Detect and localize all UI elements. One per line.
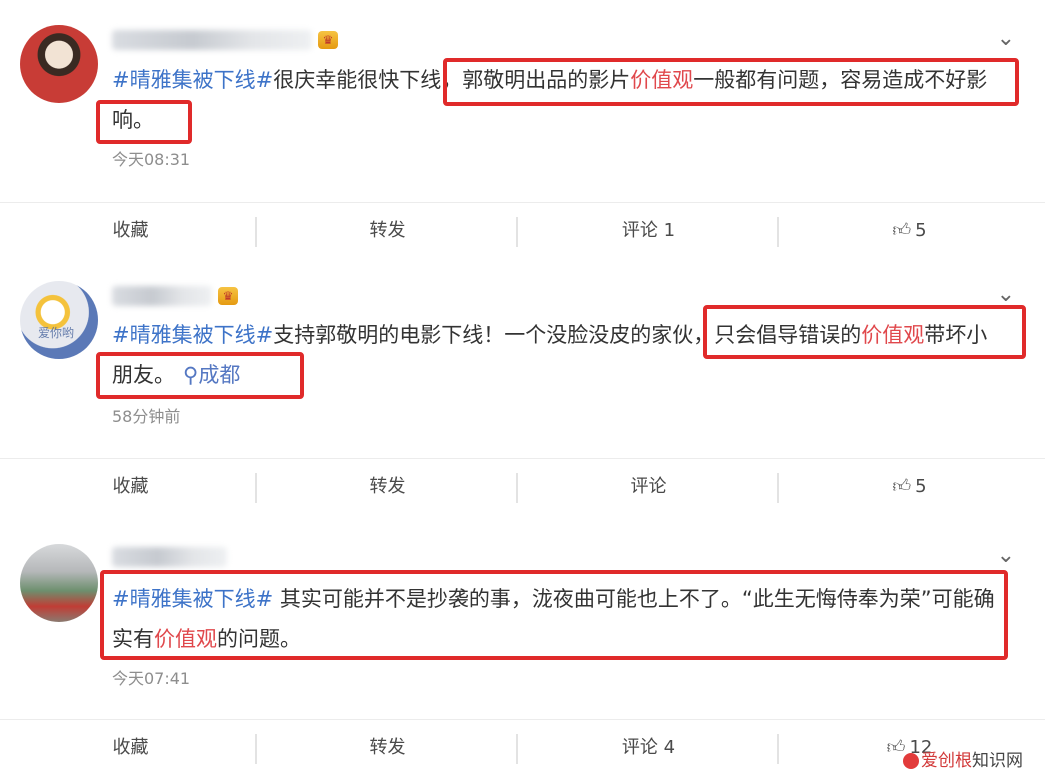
like-count: 5: [915, 220, 927, 241]
post-1: ♛ ⌄ #晴雅集被下线#很庆幸能很快下线，郭敬明出品的影片价值观一般都有问题，容…: [0, 0, 1045, 258]
chevron-down-icon[interactable]: ⌄: [997, 284, 1015, 306]
favorite-button[interactable]: 收藏: [0, 720, 261, 776]
highlight-box: [96, 100, 192, 144]
avatar[interactable]: [20, 25, 98, 103]
chevron-down-icon[interactable]: ⌄: [997, 28, 1015, 50]
post-time[interactable]: 今天07:41: [112, 665, 190, 689]
highlight-box: [96, 352, 304, 399]
repost-button[interactable]: 转发: [257, 720, 518, 776]
chevron-down-icon[interactable]: ⌄: [997, 545, 1015, 567]
like-button[interactable]: 👍︎ 5: [779, 203, 1040, 259]
username-blurred[interactable]: [112, 30, 312, 50]
highlight-box: [443, 58, 1019, 106]
favorite-button[interactable]: 收藏: [0, 203, 261, 259]
like-button[interactable]: 👍︎ 5: [779, 459, 1040, 515]
thumbs-up-icon: 👍︎: [892, 220, 912, 241]
post-time[interactable]: 今天08:31: [112, 146, 190, 170]
repost-button[interactable]: 转发: [257, 203, 518, 259]
avatar[interactable]: [20, 544, 98, 622]
post-3: ⌄ #晴雅集被下线# 其实可能并不是抄袭的事，泷夜曲可能也上不了。“此生无悔侍奉…: [0, 517, 1045, 775]
action-bar: 收藏 转发 评论 👍︎ 5: [0, 459, 1045, 515]
comment-button[interactable]: 评论 4: [518, 720, 779, 776]
thumbs-up-icon: 👍︎: [892, 476, 912, 497]
favorite-button[interactable]: 收藏: [0, 459, 261, 515]
highlight-box: [100, 570, 1008, 660]
hashtag-link[interactable]: #晴雅集被下线#: [112, 323, 273, 347]
hashtag-link[interactable]: #晴雅集被下线#: [112, 68, 273, 92]
comment-button[interactable]: 评论 1: [518, 203, 779, 259]
username-blurred[interactable]: [112, 286, 212, 306]
crown-icon: ♛: [318, 31, 338, 49]
like-count: 5: [915, 476, 927, 497]
action-bar: 收藏 转发 评论 4 👍︎ 12: [0, 720, 1045, 776]
watermark: 爱创根知识网: [903, 746, 1023, 771]
repost-button[interactable]: 转发: [257, 459, 518, 515]
comment-button[interactable]: 评论: [518, 459, 779, 515]
crown-icon: ♛: [218, 287, 238, 305]
avatar-text: 爱你哟: [38, 326, 75, 340]
avatar[interactable]: 爱你哟: [20, 281, 98, 359]
action-bar: 收藏 转发 评论 1 👍︎ 5: [0, 203, 1045, 259]
post-2: 爱你哟 ♛ ⌄ #晴雅集被下线#支持郭敬明的电影下线！一个没脸没皮的家伙，只会倡…: [0, 259, 1045, 517]
username-blurred[interactable]: [112, 547, 227, 567]
post-time[interactable]: 58分钟前: [112, 403, 180, 427]
watermark-logo-icon: [903, 753, 919, 769]
highlight-box: [703, 305, 1026, 359]
